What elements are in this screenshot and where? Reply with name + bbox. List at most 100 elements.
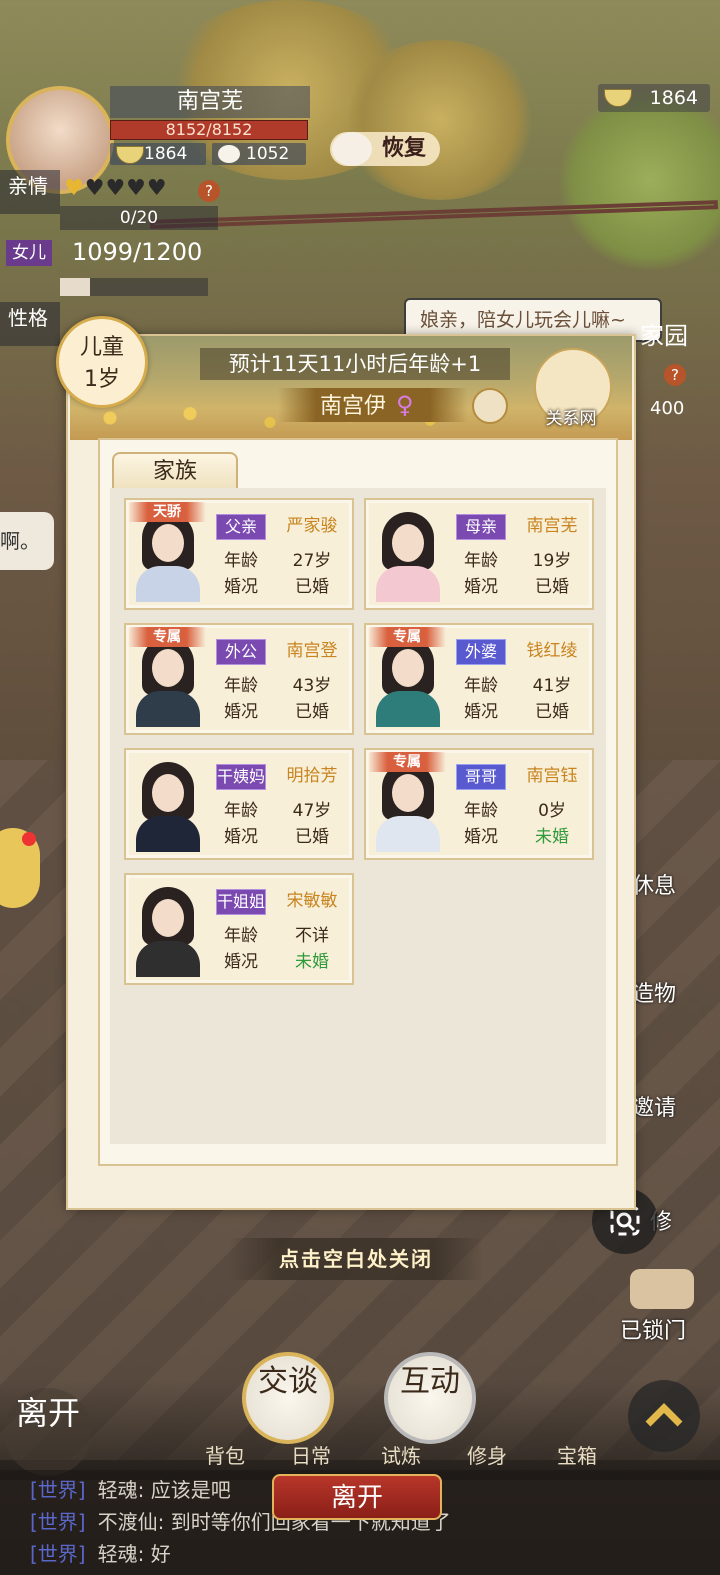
menu-chest[interactable]: 宝箱 xyxy=(542,1440,612,1469)
gourd-icon xyxy=(332,132,372,166)
bun-icon xyxy=(218,145,240,163)
menu-cultivate[interactable]: 修身 xyxy=(452,1440,522,1469)
age-value: 47岁 xyxy=(292,801,332,821)
relation-tag: 干姨妈 xyxy=(216,764,266,790)
member-portrait xyxy=(132,635,204,727)
bottom-menu xyxy=(0,1380,720,1480)
age-label: 年龄 xyxy=(224,926,258,946)
chat-line: [世界] 轻魂: 应该是吧 xyxy=(30,1478,231,1502)
age-label: 年龄 xyxy=(464,551,498,571)
menu-trial[interactable]: 试炼 xyxy=(366,1440,436,1469)
family-card-god-sister[interactable]: 干姐姐 宋敏敏 年龄 不详 婚况 未婚 xyxy=(124,873,354,985)
marriage-value: 已婚 xyxy=(295,577,329,597)
marriage-label: 婚况 xyxy=(224,702,258,722)
marriage-value: 已婚 xyxy=(535,702,569,722)
rest-button[interactable]: 休息 xyxy=(632,868,676,900)
member-name: 南宫钰 xyxy=(526,766,578,786)
marriage-label: 婚况 xyxy=(224,577,258,597)
age-label: 年龄 xyxy=(464,801,498,821)
family-card-godmother-aunt[interactable]: 干姨妈 明拾芳年龄 47岁婚况 已婚 xyxy=(124,748,354,860)
locked-door-button[interactable]: 已锁门 xyxy=(616,1265,712,1345)
help-icon-right[interactable]: ? xyxy=(664,364,686,386)
member-name: 南宫芜 xyxy=(526,516,578,536)
family-card-mother[interactable]: 母亲 南宫芜 年龄 19岁 婚况 已婚 xyxy=(364,498,594,610)
relation-network-label: 关系网 xyxy=(545,409,597,429)
marriage-value: 已婚 xyxy=(295,827,329,847)
age-value: 41岁 xyxy=(532,676,572,696)
chat-line: [世界] 轻魂: 好 xyxy=(30,1542,171,1566)
age-label: 年龄 xyxy=(224,676,258,696)
member-portrait xyxy=(132,760,204,852)
marriage-value: 未婚 xyxy=(535,827,569,847)
member-portrait xyxy=(372,510,444,602)
age-value: 不详 xyxy=(295,926,329,946)
member-portrait xyxy=(372,760,444,852)
bun-stat: 1052 xyxy=(212,143,306,165)
lock-icon xyxy=(630,1269,694,1309)
member-name: 南宫登 xyxy=(286,641,338,661)
hp-bar: 8152/8152 xyxy=(110,120,308,140)
member-portrait xyxy=(372,635,444,727)
bowl-icon xyxy=(604,89,632,107)
kinship-label: 亲情 xyxy=(0,170,60,214)
craft-button[interactable]: 造物 xyxy=(632,976,676,1008)
player-name: 南宫芜 xyxy=(110,86,310,118)
invite-button[interactable]: 邀请 xyxy=(632,1090,676,1122)
age-value: 27岁 xyxy=(292,551,332,571)
age-timer: 预计11天11小时后年龄+1 xyxy=(200,348,510,380)
member-name: 宋敏敏 xyxy=(286,891,338,911)
homeland-label[interactable]: 家园 xyxy=(640,316,688,351)
female-icon: ♀ xyxy=(396,391,414,419)
relation-tag: 外公 xyxy=(216,639,266,665)
left-speech-bubble: 啊。 xyxy=(0,512,54,570)
help-icon[interactable]: ? xyxy=(198,180,220,202)
daughter-tag: 女儿 xyxy=(6,240,52,266)
age-label: 年龄 xyxy=(464,676,498,696)
age-label: 年龄 xyxy=(224,801,258,821)
leave-button[interactable]: 离开 xyxy=(272,1474,442,1520)
member-portrait xyxy=(132,885,204,977)
member-name: 严家骏 xyxy=(286,516,338,536)
chevron-up-icon xyxy=(645,1403,683,1427)
age-value: 0岁 xyxy=(538,801,566,821)
kinship-progress: 0/20 xyxy=(60,206,218,230)
menu-bag[interactable]: 背包 xyxy=(190,1440,260,1469)
notification-dot xyxy=(22,832,36,846)
daughter-progress-bar xyxy=(60,278,208,296)
tab-family[interactable]: 家族 xyxy=(112,452,238,488)
talk-button[interactable]: 交谈 xyxy=(242,1352,334,1444)
relation-tag: 外婆 xyxy=(456,639,506,665)
interact-button[interactable]: 互动 xyxy=(384,1352,476,1444)
title-ribbon: 天骄 xyxy=(128,502,206,522)
member-name: 钱红绫 xyxy=(526,641,578,661)
menu-daily[interactable]: 日常 xyxy=(276,1440,346,1469)
age-value: 19岁 xyxy=(532,551,572,571)
daughter-value: 1099/1200 xyxy=(72,238,203,266)
marriage-label: 婚况 xyxy=(464,577,498,597)
child-name: 南宫伊 ♀ xyxy=(278,388,468,422)
title-ribbon: 专属 xyxy=(368,752,446,772)
member-portrait xyxy=(132,510,204,602)
family-card-maternal-grandfather[interactable]: 专属 外公 南宫登 年龄 43岁 婚况 已婚 xyxy=(124,623,354,735)
restore-button[interactable]: 恢复 xyxy=(330,132,440,166)
member-name: 明拾芳 xyxy=(286,766,338,786)
family-card-father[interactable]: 天骄 父亲 严家骏 年龄 27岁 婚况 已婚 xyxy=(124,498,354,610)
food-stat: 1864 xyxy=(110,143,206,165)
title-ribbon: 专属 xyxy=(128,627,206,647)
rename-brush-icon[interactable] xyxy=(472,388,508,424)
family-card-elder-brother[interactable]: 专属 哥哥 南宫钰 年龄 0岁 婚况 未婚 xyxy=(364,748,594,860)
marriage-value: 未婚 xyxy=(295,952,329,972)
family-card-maternal-grandmother[interactable]: 专属 外婆 钱红绫 年龄 41岁 婚况 已婚 xyxy=(364,623,594,735)
marriage-label: 婚况 xyxy=(224,827,258,847)
leave-round-button[interactable]: 离开 xyxy=(4,1388,92,1476)
kinship-hearts: ♥♥♥♥♥ xyxy=(64,176,168,201)
relation-tag: 干姐姐 xyxy=(216,889,266,915)
mini-value: 400 xyxy=(650,398,685,419)
bowl-icon xyxy=(116,146,144,164)
expand-up-button[interactable] xyxy=(628,1380,700,1452)
marriage-label: 婚况 xyxy=(464,827,498,847)
age-badge: 儿童 1岁 xyxy=(56,316,148,408)
close-hint[interactable]: 点击空白处关闭 xyxy=(228,1238,484,1280)
age-label: 年龄 xyxy=(224,551,258,571)
relation-tag: 母亲 xyxy=(456,514,506,540)
